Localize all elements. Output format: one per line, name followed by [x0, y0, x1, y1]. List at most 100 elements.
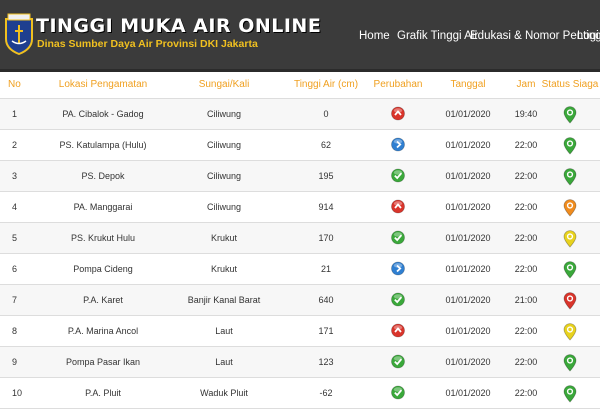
chevron-up-icon [391, 106, 405, 122]
cell-tanggal: 01/01/2020 [424, 98, 512, 130]
cell-sungai: Ciliwung [168, 191, 280, 223]
cell-tanggal: 01/01/2020 [424, 129, 512, 161]
cell-status-siaga [540, 284, 600, 316]
cell-no: 4 [0, 191, 38, 223]
cell-sungai: Ciliwung [168, 160, 280, 192]
cell-no: 6 [0, 253, 38, 285]
cell-sungai: Laut [168, 315, 280, 347]
table-row[interactable]: 8 P.A. Marina Ancol Laut 171 01/01/2020 22:00 [0, 315, 600, 347]
top-navbar: TINGGI MUKA AIR ONLINE Dinas Sumber Daya… [0, 0, 600, 72]
map-pin-icon[interactable] [563, 167, 577, 186]
table-row[interactable]: 4 PA. Manggarai Ciliwung 914 01/01/2020 22:00 [0, 191, 600, 223]
cell-tinggi: 123 [280, 346, 372, 378]
header-sungai: Sungai/Kali [168, 72, 280, 99]
cell-no: 8 [0, 315, 38, 347]
check-icon [391, 385, 405, 401]
cell-tinggi: -62 [280, 377, 372, 409]
table-row[interactable]: 6 Pompa Cideng Krukut 21 01/01/2020 22:00 [0, 253, 600, 285]
check-icon [391, 292, 405, 308]
cell-status-siaga [540, 346, 600, 378]
table-row[interactable]: 2 PS. Katulampa (Hulu) Ciliwung 62 01/01/202… [0, 129, 600, 161]
dki-jakarta-emblem-logo[interactable] [4, 13, 34, 56]
cell-no: 1 [0, 98, 38, 130]
water-level-table: No Lokasi Pengamatan Sungai/Kali Tinggi … [0, 72, 600, 409]
cell-jam: 19:40 [512, 98, 540, 130]
cell-jam: 22:00 [512, 129, 540, 161]
header-tanggal: Tanggal [424, 72, 512, 99]
cell-perubahan [372, 222, 424, 254]
cell-perubahan [372, 377, 424, 409]
cell-lokasi: P.A. Karet [38, 284, 168, 316]
cell-lokasi: P.A. Marina Ancol [38, 315, 168, 347]
cell-perubahan [372, 253, 424, 285]
cell-no: 9 [0, 346, 38, 378]
table-row[interactable]: 5 PS. Krukut Hulu Krukut 170 01/01/2020 22:00 [0, 222, 600, 254]
cell-status-siaga [540, 98, 600, 130]
nav-login[interactable]: Login [577, 29, 600, 43]
table-body: 1 PA. Cibalok - Gadog Ciliwung 0 01/01/2020 1… [0, 98, 600, 409]
table-row[interactable]: 10 P.A. Pluit Waduk Pluit -62 01/01/2020 22:0… [0, 377, 600, 409]
cell-jam: 22:00 [512, 160, 540, 192]
chevron-right-icon [391, 137, 405, 153]
cell-no: 10 [0, 377, 38, 409]
cell-jam: 22:00 [512, 377, 540, 409]
cell-tanggal: 01/01/2020 [424, 284, 512, 316]
table-row[interactable]: 3 PS. Depok Ciliwung 195 01/01/2020 22:00 [0, 160, 600, 192]
map-pin-icon[interactable] [563, 136, 577, 155]
map-pin-icon[interactable] [563, 198, 577, 217]
check-icon [391, 168, 405, 184]
map-pin-icon[interactable] [563, 353, 577, 372]
cell-no: 3 [0, 160, 38, 192]
map-pin-icon[interactable] [563, 384, 577, 403]
cell-jam: 22:00 [512, 315, 540, 347]
chevron-up-icon [391, 199, 405, 215]
cell-sungai: Laut [168, 346, 280, 378]
cell-jam: 22:00 [512, 222, 540, 254]
map-pin-icon[interactable] [563, 260, 577, 279]
site-subtitle: Dinas Sumber Daya Air Provinsi DKI Jakar… [37, 38, 258, 50]
map-pin-icon[interactable] [563, 322, 577, 341]
cell-jam: 22:00 [512, 346, 540, 378]
cell-tanggal: 01/01/2020 [424, 191, 512, 223]
cell-tinggi: 62 [280, 129, 372, 161]
cell-tanggal: 01/01/2020 [424, 222, 512, 254]
cell-status-siaga [540, 160, 600, 192]
cell-tanggal: 01/01/2020 [424, 377, 512, 409]
cell-sungai: Banjir Kanal Barat [168, 284, 280, 316]
table-row[interactable]: 7 P.A. Karet Banjir Kanal Barat 640 01/01/20… [0, 284, 600, 316]
cell-tanggal: 01/01/2020 [424, 315, 512, 347]
cell-perubahan [372, 284, 424, 316]
cell-lokasi: Pompa Cideng [38, 253, 168, 285]
map-pin-icon[interactable] [563, 105, 577, 124]
cell-lokasi: PS. Krukut Hulu [38, 222, 168, 254]
chevron-right-icon [391, 261, 405, 277]
map-pin-icon[interactable] [563, 291, 577, 310]
table-row[interactable]: 1 PA. Cibalok - Gadog Ciliwung 0 01/01/2020 1… [0, 98, 600, 130]
chevron-up-icon [391, 323, 405, 339]
cell-lokasi: PA. Manggarai [38, 191, 168, 223]
cell-jam: 22:00 [512, 191, 540, 223]
cell-lokasi: Pompa Pasar Ikan [38, 346, 168, 378]
check-icon [391, 354, 405, 370]
site-title[interactable]: TINGGI MUKA AIR ONLINE [36, 16, 321, 36]
cell-tinggi: 171 [280, 315, 372, 347]
cell-sungai: Ciliwung [168, 129, 280, 161]
cell-no: 2 [0, 129, 38, 161]
map-pin-icon[interactable] [563, 229, 577, 248]
table-row[interactable]: 9 Pompa Pasar Ikan Laut 123 01/01/2020 22:00 [0, 346, 600, 378]
cell-perubahan [372, 160, 424, 192]
nav-grafik-tinggi-air[interactable]: Grafik Tinggi Air [397, 29, 478, 43]
cell-perubahan [372, 98, 424, 130]
cell-status-siaga [540, 191, 600, 223]
cell-tinggi: 640 [280, 284, 372, 316]
cell-lokasi: PS. Katulampa (Hulu) [38, 129, 168, 161]
cell-tinggi: 21 [280, 253, 372, 285]
nav-home[interactable]: Home [359, 29, 390, 43]
cell-lokasi: PS. Depok [38, 160, 168, 192]
cell-no: 7 [0, 284, 38, 316]
header-perubahan: Perubahan [372, 72, 424, 99]
cell-tanggal: 01/01/2020 [424, 160, 512, 192]
cell-perubahan [372, 129, 424, 161]
cell-status-siaga [540, 129, 600, 161]
cell-status-siaga [540, 377, 600, 409]
